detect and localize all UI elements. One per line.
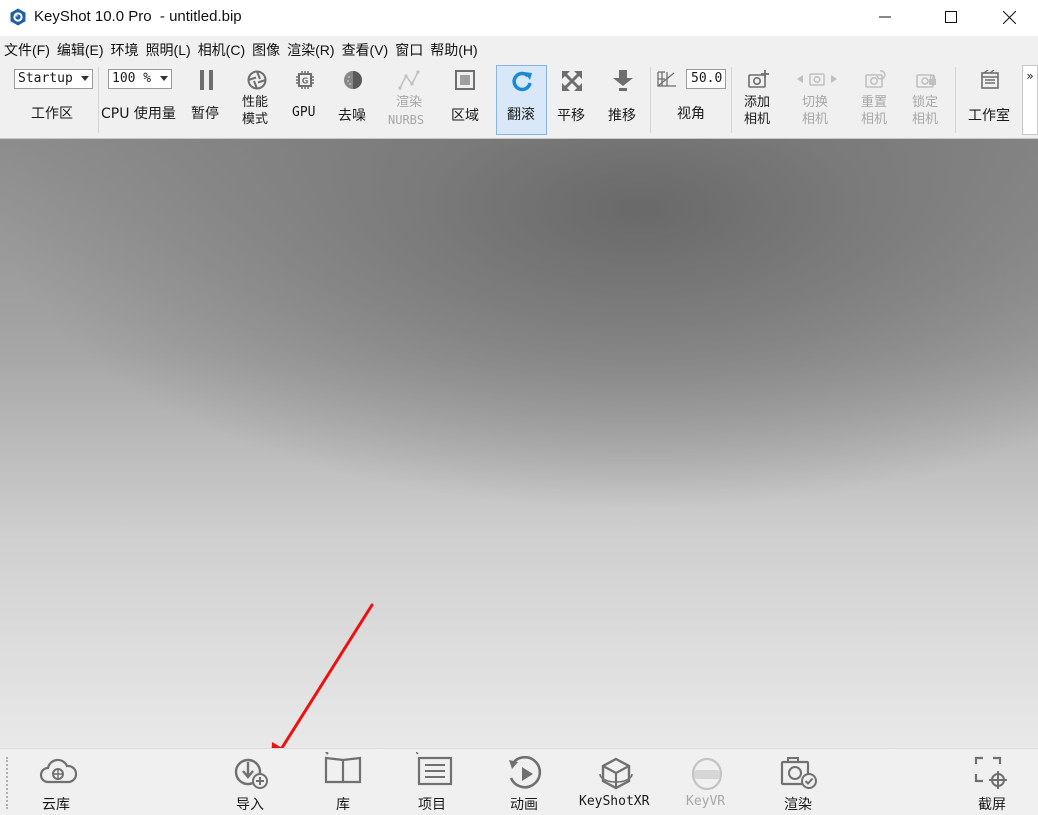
screenshot-icon — [974, 756, 1007, 789]
render-button[interactable]: 渲染 — [772, 749, 824, 815]
import-button[interactable]: 导入 — [226, 749, 278, 815]
cloud-library-label: 云库 — [42, 797, 70, 813]
bottom-ribbon: 云库 导入 库 项目 动画 KeyShotXR KeyVR 渲染 截屏 — [0, 748, 1038, 815]
keyvr-button[interactable]: KeyVR — [682, 749, 732, 815]
cloud-library-button[interactable]: 云库 — [30, 749, 86, 815]
keyshotxr-label: KeyShotXR — [579, 794, 650, 809]
project-label: 项目 — [418, 797, 446, 813]
animation-icon — [509, 756, 542, 789]
vr-headset-icon — [691, 757, 723, 791]
library-button[interactable]: 库 — [318, 749, 368, 815]
keyshotxr-button[interactable]: KeyShotXR — [578, 749, 654, 815]
project-button[interactable]: 项目 — [410, 749, 460, 815]
cloud-library-icon — [39, 758, 77, 784]
keyshotxr-icon — [599, 757, 633, 790]
animation-label: 动画 — [510, 797, 538, 813]
animation-button[interactable]: 动画 — [502, 749, 552, 815]
import-icon — [234, 758, 268, 789]
render-label: 渲染 — [784, 797, 812, 813]
import-label: 导入 — [236, 797, 264, 813]
render-camera-icon — [780, 757, 817, 789]
red-arrow-head — [271, 742, 289, 764]
ribbon-grip — [6, 757, 10, 809]
screenshot-button[interactable]: 截屏 — [968, 749, 1018, 815]
book-icon — [324, 752, 362, 784]
screenshot-label: 截屏 — [978, 797, 1006, 813]
keyvr-label: KeyVR — [686, 794, 726, 809]
project-icon — [416, 752, 453, 786]
library-label: 库 — [336, 797, 350, 813]
